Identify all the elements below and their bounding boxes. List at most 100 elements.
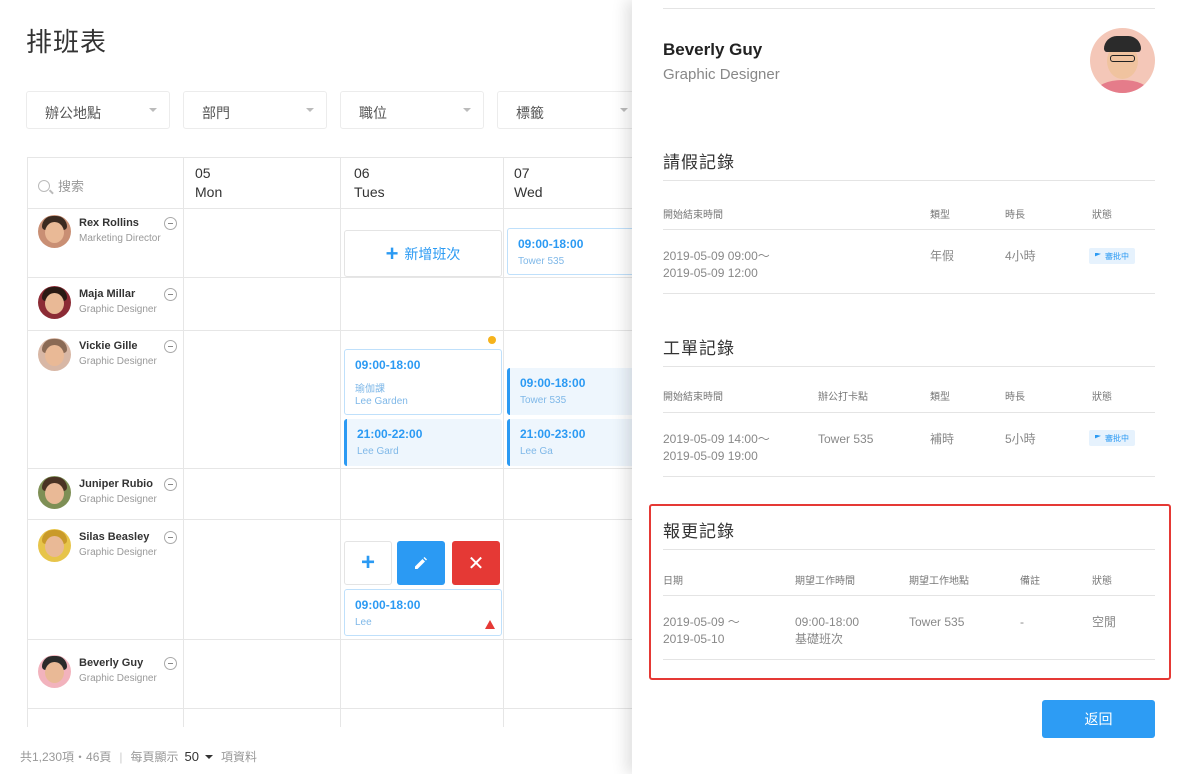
- panel-employee-name: Beverly Guy: [663, 40, 763, 59]
- chevron-down-icon: [306, 108, 314, 112]
- chevron-down-icon: [463, 108, 471, 112]
- divider: [663, 180, 1155, 181]
- total-count: 共1,230項・46頁: [20, 750, 112, 764]
- remove-icon[interactable]: [164, 657, 177, 670]
- shift-card[interactable]: 09:00-18:00 瑜伽課 Lee Garden: [344, 349, 502, 415]
- grid-divider: [183, 158, 184, 727]
- divider: [663, 293, 1155, 294]
- grid-divider: [503, 158, 504, 727]
- table-row: 2019-05-09 14:00～ 2019-05-09 19:00: [663, 432, 770, 463]
- avatar: [38, 655, 71, 688]
- filter-position[interactable]: 職位: [340, 91, 484, 129]
- grid-divider: [28, 468, 647, 469]
- filter-department[interactable]: 部門: [183, 91, 327, 129]
- column-header: 時長: [1005, 392, 1025, 403]
- add-shift-button[interactable]: + 新增班次: [344, 230, 502, 277]
- day-header-mon: 05 Mon: [195, 165, 223, 200]
- schedule-grid: 搜索 05 Mon 06 Tues 07 Wed Rex Rollins Market…: [27, 157, 647, 727]
- avatar: [38, 286, 71, 319]
- divider: |: [119, 749, 123, 764]
- employee-name: Vickie Gille: [79, 340, 138, 352]
- highlight-box: [649, 504, 1171, 680]
- grid-divider: [28, 330, 647, 331]
- shift-card[interactable]: 21:00-23:00 Lee Ga: [507, 419, 637, 466]
- panel-employee-role: Graphic Designer: [663, 66, 780, 83]
- day-header-wed: 07 Wed: [514, 165, 543, 200]
- employee-name: Rex Rollins: [79, 217, 139, 229]
- work-records-title: 工單記錄: [663, 339, 735, 358]
- avatar: [1090, 28, 1155, 93]
- work-duration: 5小時: [1005, 432, 1036, 446]
- add-button[interactable]: +: [344, 541, 392, 585]
- column-header: 時長: [1005, 210, 1025, 221]
- status-badge: 審批中: [1089, 248, 1135, 264]
- shift-card[interactable]: 09:00-18:00 Lee: [344, 589, 502, 636]
- plus-icon: +: [385, 240, 399, 266]
- employee-role: Graphic Designer: [79, 494, 157, 505]
- column-header: 辦公打卡點: [818, 392, 868, 403]
- column-header: 狀態: [1092, 210, 1112, 221]
- work-type: 補時: [930, 432, 955, 446]
- grid-divider: [28, 639, 647, 640]
- avatar: [38, 338, 71, 371]
- employee-role: Graphic Designer: [79, 547, 157, 558]
- divider: [663, 476, 1155, 477]
- flag-icon: [1095, 252, 1101, 260]
- edit-button[interactable]: [397, 541, 445, 585]
- shift-card[interactable]: 09:00-18:00 Tower 535: [507, 368, 637, 415]
- leave-records-title: 請假記錄: [663, 153, 735, 172]
- employee-name: Beverly Guy: [79, 657, 144, 669]
- employee-role: Graphic Designer: [79, 356, 157, 367]
- day-header-tues: 06 Tues: [354, 165, 385, 200]
- table-row: 2019-05-09 09:00～ 2019-05-09 12:00: [663, 249, 770, 280]
- per-page-select[interactable]: 50: [185, 749, 199, 764]
- grid-divider: [28, 208, 647, 209]
- close-icon: ✕: [467, 552, 485, 575]
- back-button[interactable]: 返回: [1042, 700, 1155, 738]
- employee-name: Juniper Rubio: [79, 478, 153, 490]
- avatar: [38, 529, 71, 562]
- remove-icon[interactable]: [164, 288, 177, 301]
- grid-divider: [28, 708, 647, 709]
- shift-card[interactable]: 21:00-22:00 Lee Gard: [344, 419, 502, 466]
- warning-icon: [485, 620, 495, 629]
- remove-icon[interactable]: [164, 531, 177, 544]
- leave-type: 年假: [930, 249, 955, 263]
- divider: [663, 366, 1155, 367]
- delete-button[interactable]: ✕: [452, 541, 500, 585]
- grid-divider: [28, 519, 647, 520]
- work-location: Tower 535: [818, 432, 874, 446]
- employee-name: Silas Beasley: [79, 531, 150, 543]
- avatar: [38, 476, 71, 509]
- column-header: 類型: [930, 210, 950, 221]
- divider: [663, 229, 1155, 230]
- search-input[interactable]: 搜索: [38, 176, 84, 195]
- grid-divider: [340, 158, 341, 727]
- shift-card[interactable]: 09:00-18:00 Tower 535: [507, 228, 637, 275]
- page-title: 排班表: [26, 27, 108, 57]
- notification-dot-icon: [488, 336, 496, 344]
- chevron-down-icon[interactable]: [205, 754, 213, 759]
- avatar: [38, 215, 71, 248]
- column-header: 類型: [930, 392, 950, 403]
- filter-tag[interactable]: 標籤: [497, 91, 641, 129]
- divider: [663, 8, 1155, 9]
- pencil-icon: [415, 557, 427, 569]
- per-page-suffix: 項資料: [221, 750, 258, 764]
- remove-icon[interactable]: [164, 217, 177, 230]
- employee-name: Maja Millar: [79, 288, 136, 300]
- employee-role: Marketing Director: [79, 233, 161, 244]
- chevron-down-icon: [620, 108, 628, 112]
- leave-duration: 4小時: [1005, 249, 1036, 263]
- status-badge: 審批中: [1089, 430, 1135, 446]
- filter-office-location[interactable]: 辦公地點: [26, 91, 170, 129]
- column-header: 狀態: [1092, 392, 1112, 403]
- divider: [663, 412, 1155, 413]
- remove-icon[interactable]: [164, 340, 177, 353]
- remove-icon[interactable]: [164, 478, 177, 491]
- search-icon: [38, 179, 50, 192]
- plus-icon: +: [360, 549, 375, 576]
- column-header: 開始結束時間: [663, 210, 723, 221]
- grid-divider: [28, 277, 647, 278]
- employee-role: Graphic Designer: [79, 673, 157, 684]
